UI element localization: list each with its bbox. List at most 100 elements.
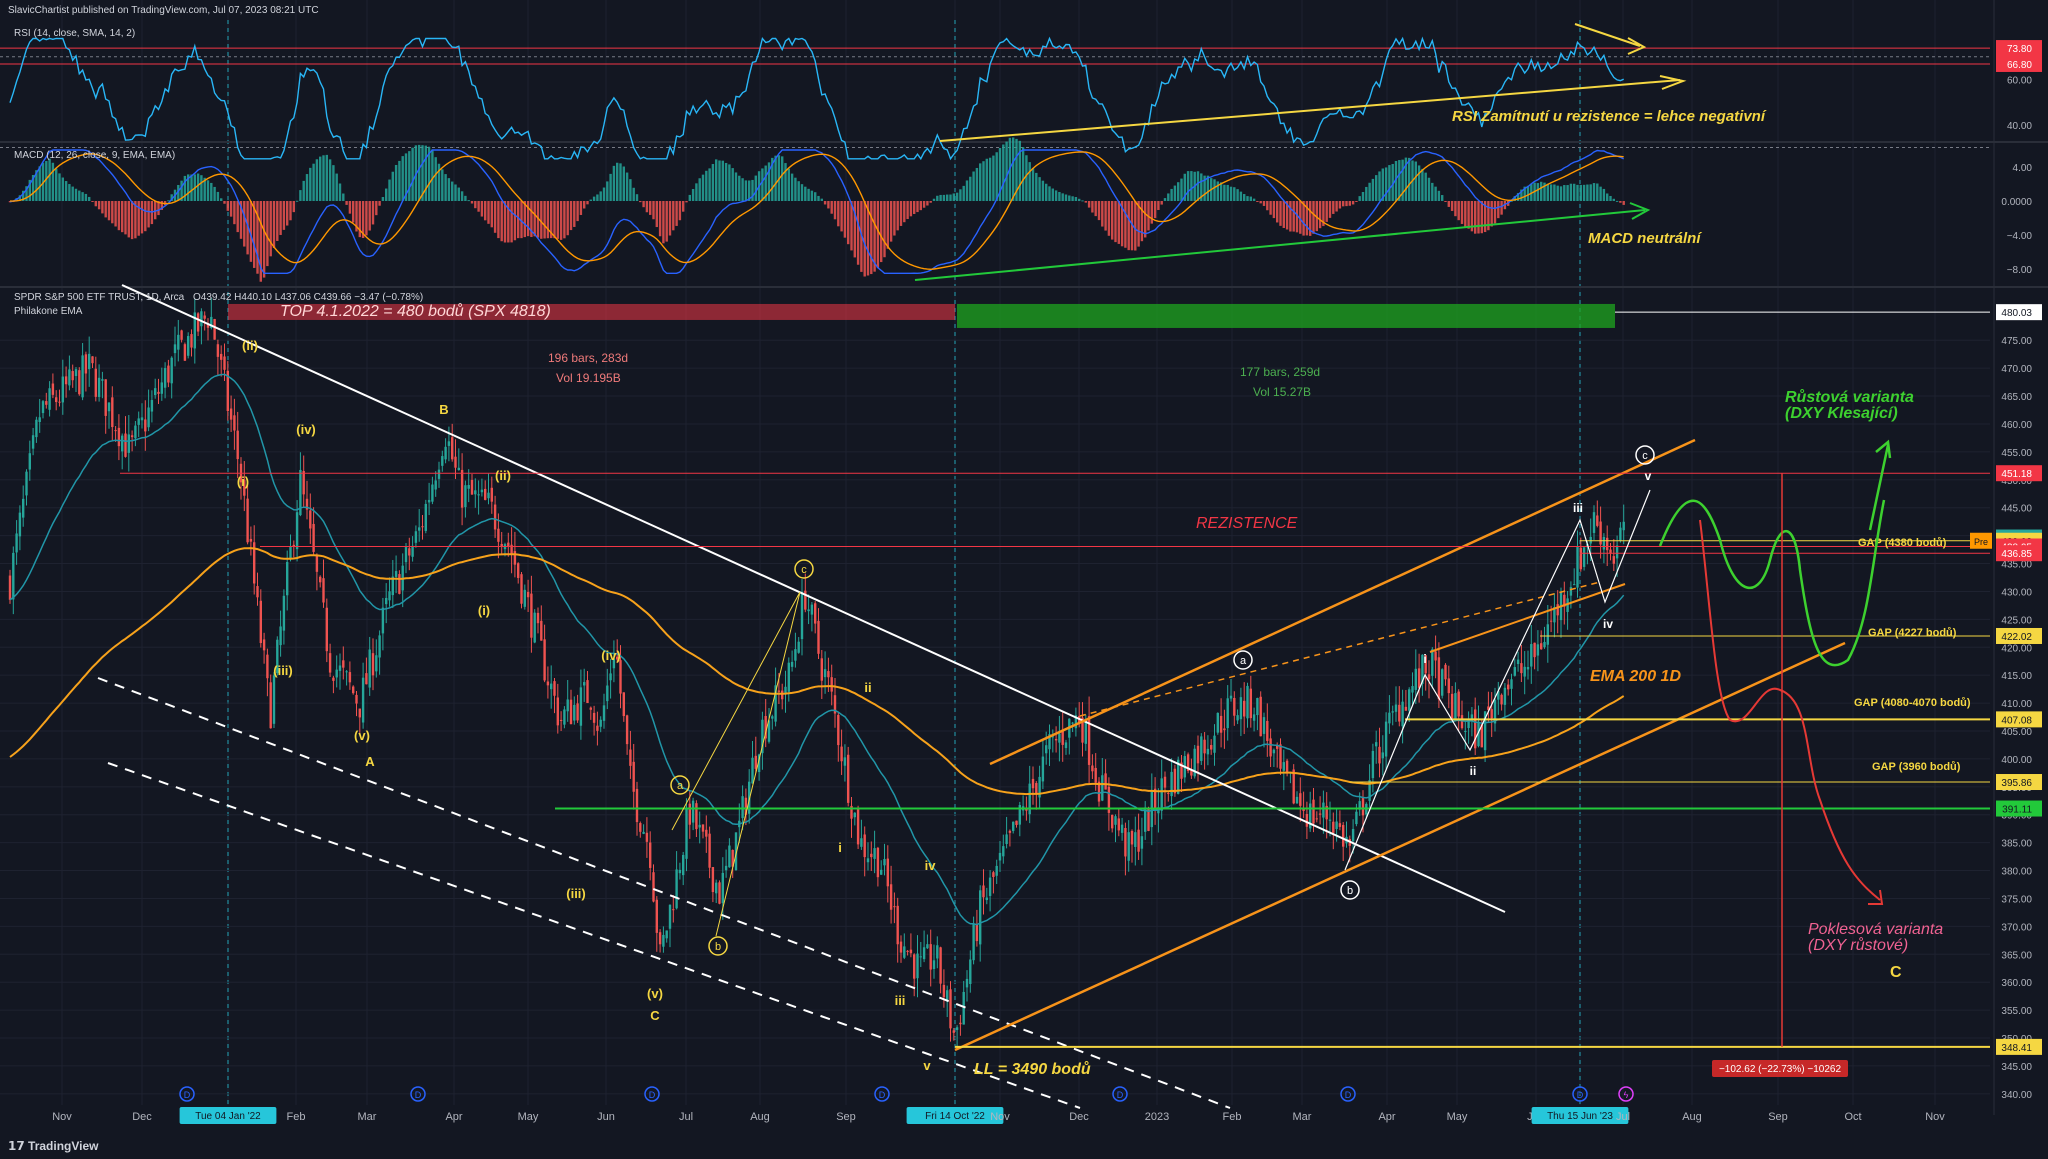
x-tick-label: Mar [358, 1111, 377, 1123]
x-tick-label: May [518, 1111, 539, 1123]
candle-body [1285, 760, 1289, 773]
candle-body [965, 978, 969, 988]
candle-body [919, 956, 922, 958]
rsi-legend[interactable]: RSI (14, close, SMA, 14, 2) [14, 28, 135, 39]
macd-histogram-bar [596, 194, 599, 201]
y-tick-label: 415.00 [2001, 671, 2032, 682]
macd-histogram-bar [616, 162, 619, 201]
macd-histogram-bar [909, 201, 913, 217]
resistance-label: REZISTENCE [1196, 515, 1298, 532]
candle-body [787, 662, 790, 692]
macd-histogram-bar [566, 201, 569, 236]
macd-histogram-bar [391, 171, 394, 201]
candle-body [665, 930, 668, 939]
candle-body [1437, 657, 1441, 700]
macd-histogram-bar [1566, 185, 1569, 201]
macd-histogram-bar [1444, 201, 1447, 202]
macd-histogram-bar [804, 186, 807, 201]
candle-body [1573, 584, 1576, 586]
macd-histogram-bar [487, 201, 490, 224]
macd-histogram-bar [497, 201, 500, 239]
macd-histogram-bar [678, 201, 682, 221]
candle-body [328, 653, 332, 673]
candle-body [1579, 547, 1582, 570]
ema-legend[interactable]: Philakone EMA [14, 306, 82, 317]
macd-histogram-bar [1259, 201, 1262, 204]
candle-body [107, 402, 111, 412]
macd-histogram-bar [1002, 144, 1005, 201]
candle-body [1015, 820, 1018, 825]
y-tick-label: 345.00 [2001, 1062, 2032, 1073]
macd-histogram-bar [1012, 137, 1015, 201]
macd-histogram-bar [1262, 201, 1266, 206]
macd-histogram-bar [61, 177, 64, 201]
symbol-legend[interactable]: SPDR S&P 500 ETF TRUST, 1D, Arca O439.42… [14, 292, 423, 303]
macd-histogram-bar [553, 201, 556, 239]
wave-label: iii [895, 993, 906, 1008]
candle-body [441, 456, 444, 466]
candle-body [695, 803, 698, 830]
candle-body [282, 595, 286, 631]
wave-label-white: iv [1603, 617, 1613, 631]
macd-histogram-bar [1140, 201, 1144, 242]
candle-body [754, 755, 757, 769]
macd-histogram-bar [672, 201, 675, 231]
macd-histogram-bar [117, 201, 121, 231]
macd-histogram-bar [774, 155, 777, 201]
macd-histogram-bar [886, 201, 889, 249]
candle-body [1411, 686, 1414, 693]
wave-label-white: iii [1573, 501, 1583, 515]
candle-body [457, 467, 460, 471]
candle-body [718, 882, 721, 904]
macd-histogram-bar [724, 162, 728, 201]
macd-histogram-bar [754, 175, 757, 201]
y-tick-label: 475.00 [2001, 336, 2032, 347]
candle-body [952, 1030, 955, 1033]
candle-body [1299, 793, 1302, 806]
candle-body [487, 492, 490, 499]
macd-histogram-bar [975, 167, 979, 201]
macd-histogram-bar [817, 195, 820, 201]
macd-histogram-bar [1177, 182, 1180, 201]
macd-histogram-bar [942, 194, 946, 201]
macd-histogram-bar [216, 191, 220, 201]
candle-body [1351, 828, 1355, 842]
candle-body [220, 353, 223, 360]
candle-body [41, 401, 45, 414]
macd-histogram-bar [371, 201, 375, 225]
candle-body [939, 947, 942, 984]
macd-histogram-bar [147, 201, 150, 228]
macd-histogram-bar [1579, 184, 1582, 201]
macd-legend[interactable]: MACD (12, 26, close, 9, EMA, EMA) [14, 150, 175, 161]
y-tick-label: 340.00 [2001, 1090, 2032, 1101]
macd-histogram-bar [490, 201, 493, 228]
candle-body [1210, 745, 1213, 750]
candle-body [51, 383, 55, 395]
candle-body [315, 555, 319, 572]
candle-body [922, 947, 926, 960]
candle-body [837, 714, 840, 746]
macd-histogram-bar [124, 201, 127, 235]
candle-body [335, 669, 338, 678]
macd-histogram-bar [345, 201, 348, 205]
candle-body [55, 397, 58, 403]
candle-body [625, 715, 629, 745]
macd-histogram-bar [503, 201, 507, 243]
chart-canvas[interactable]: RSI Zamítnutí u rezistence = lehce negat… [0, 0, 2048, 1159]
macd-histogram-bar [715, 159, 718, 201]
macd-histogram-bar [210, 182, 213, 201]
tradingview-logo[interactable]: 𝟭𝟳 TradingView [8, 1139, 99, 1153]
macd-histogram-bar [1302, 201, 1305, 236]
wave-label: (i) [478, 603, 490, 618]
candle-body [71, 371, 74, 381]
x-tick-label: Nov [1925, 1111, 1945, 1123]
macd-histogram-bar [299, 190, 302, 201]
macd-y-tick: −4.00 [2007, 231, 2033, 242]
candle-body [358, 708, 361, 718]
x-tick-label: Jun [597, 1111, 615, 1123]
macd-histogram-bar [738, 175, 741, 201]
candle-body [144, 419, 147, 432]
candle-body [1101, 775, 1104, 801]
candle-body [1490, 709, 1493, 719]
y-tick-label: 425.00 [2001, 615, 2032, 626]
